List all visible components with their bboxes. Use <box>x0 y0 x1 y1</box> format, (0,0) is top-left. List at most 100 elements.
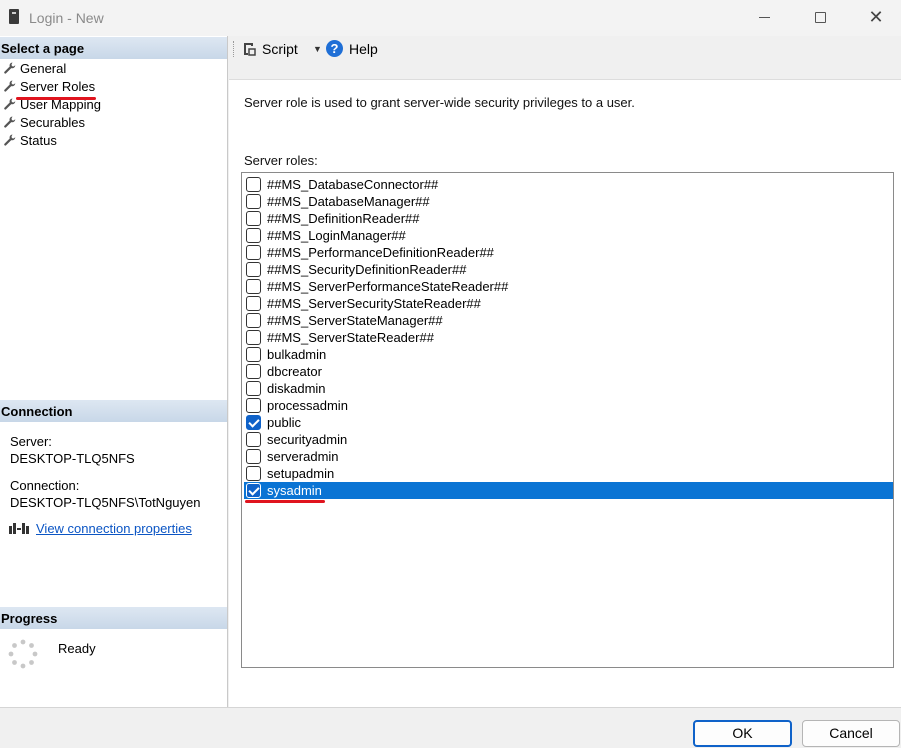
page-item-server-roles[interactable]: Server Roles <box>0 77 140 95</box>
role-row[interactable]: sysadmin <box>244 482 893 499</box>
title-bar: Login - New ✕ <box>0 0 901 36</box>
page-item-general[interactable]: General <box>0 59 140 77</box>
wrench-icon <box>4 98 16 110</box>
role-label: public <box>267 415 301 430</box>
role-checkbox[interactable] <box>246 483 261 498</box>
dialog-button-bar: OK Cancel <box>0 707 901 748</box>
role-label: ##MS_ServerStateManager## <box>267 313 443 328</box>
role-checkbox[interactable] <box>246 330 261 345</box>
view-connection-properties-link[interactable]: View connection properties <box>36 521 192 536</box>
wrench-icon <box>4 134 16 146</box>
page-item-label: Securables <box>20 114 86 130</box>
role-label: setupadmin <box>267 466 335 481</box>
app-icon <box>9 9 19 24</box>
role-label: ##MS_SecurityDefinitionReader## <box>267 262 467 277</box>
role-checkbox[interactable] <box>246 245 261 260</box>
role-row[interactable]: ##MS_PerformanceDefinitionReader## <box>244 244 893 261</box>
role-row[interactable]: ##MS_DatabaseManager## <box>244 193 893 210</box>
progress-spinner-icon <box>8 639 38 669</box>
script-icon[interactable] <box>241 41 257 57</box>
help-icon[interactable]: ? <box>326 40 343 57</box>
role-row[interactable]: ##MS_DefinitionReader## <box>244 210 893 227</box>
connection-label: Connection: <box>10 478 80 493</box>
role-checkbox[interactable] <box>246 364 261 379</box>
script-dropdown-caret-icon[interactable]: ▼ <box>313 44 322 54</box>
server-roles-list[interactable]: ##MS_DatabaseConnector## ##MS_DatabaseMan… <box>241 172 894 668</box>
help-button[interactable]: Help <box>349 41 378 57</box>
role-checkbox[interactable] <box>246 381 261 396</box>
role-checkbox[interactable] <box>246 415 261 430</box>
role-checkbox[interactable] <box>246 228 261 243</box>
role-row[interactable]: public <box>244 414 893 431</box>
role-row[interactable]: ##MS_LoginManager## <box>244 227 893 244</box>
role-checkbox[interactable] <box>246 211 261 226</box>
role-checkbox[interactable] <box>246 398 261 413</box>
close-button[interactable]: ✕ <box>853 0 899 34</box>
role-checkbox[interactable] <box>246 194 261 209</box>
role-checkbox[interactable] <box>246 279 261 294</box>
role-checkbox[interactable] <box>246 466 261 481</box>
main-panel: Script ▼ ? Help Server role is used to g… <box>229 36 901 707</box>
role-row[interactable]: diskadmin <box>244 380 893 397</box>
role-row[interactable]: dbcreator <box>244 363 893 380</box>
annotation-underline-server-roles <box>16 97 96 100</box>
server-roles-label: Server roles: <box>244 153 318 168</box>
role-row[interactable]: bulkadmin <box>244 346 893 363</box>
role-checkbox[interactable] <box>246 432 261 447</box>
role-checkbox[interactable] <box>246 449 261 464</box>
role-row[interactable]: ##MS_ServerStateManager## <box>244 312 893 329</box>
role-row[interactable]: ##MS_ServerSecurityStateReader## <box>244 295 893 312</box>
role-row[interactable]: ##MS_ServerStateReader## <box>244 329 893 346</box>
role-label: processadmin <box>267 398 348 413</box>
progress-status: Ready <box>58 641 96 656</box>
role-row[interactable]: setupadmin <box>244 465 893 482</box>
role-checkbox[interactable] <box>246 313 261 328</box>
role-label: ##MS_DefinitionReader## <box>267 211 420 226</box>
left-panel: Select a page General Server Roles User Ma… <box>0 36 228 707</box>
maximize-icon <box>814 11 826 23</box>
role-label: diskadmin <box>267 381 326 396</box>
toolbar-grip <box>233 41 235 57</box>
role-label: sysadmin <box>267 483 322 498</box>
connection-properties-icon <box>9 523 29 534</box>
server-role-description: Server role is used to grant server-wide… <box>244 95 635 110</box>
role-checkbox[interactable] <box>246 347 261 362</box>
page-item-status[interactable]: Status <box>0 131 140 149</box>
cancel-button[interactable]: Cancel <box>802 720 900 747</box>
role-label: ##MS_DatabaseConnector## <box>267 177 439 192</box>
role-row[interactable]: ##MS_SecurityDefinitionReader## <box>244 261 893 278</box>
minimize-icon <box>758 16 770 18</box>
page-item-securables[interactable]: Securables <box>0 113 140 131</box>
maximize-button[interactable] <box>797 0 843 34</box>
server-value: DESKTOP-TLQ5NFS <box>10 451 135 466</box>
wrench-icon <box>4 62 16 74</box>
close-icon: ✕ <box>868 7 884 27</box>
page-item-label: Status <box>20 132 57 148</box>
role-checkbox[interactable] <box>246 296 261 311</box>
role-label: bulkadmin <box>267 347 327 362</box>
minimize-button[interactable] <box>741 0 787 34</box>
select-page-header: Select a page <box>0 37 227 59</box>
role-label: serveradmin <box>267 449 339 464</box>
wrench-icon <box>4 80 16 92</box>
server-label: Server: <box>10 434 52 449</box>
role-checkbox[interactable] <box>246 262 261 277</box>
role-label: ##MS_LoginManager## <box>267 228 406 243</box>
ok-button[interactable]: OK <box>693 720 792 747</box>
role-row[interactable]: securityadmin <box>244 431 893 448</box>
script-button[interactable]: Script <box>262 41 298 57</box>
role-row[interactable]: ##MS_ServerPerformanceStateReader## <box>244 278 893 295</box>
role-row[interactable]: serveradmin <box>244 448 893 465</box>
role-row[interactable]: ##MS_DatabaseConnector## <box>244 176 893 193</box>
role-label: securityadmin <box>267 432 348 447</box>
connection-header: Connection <box>0 400 227 422</box>
window-title: Login - New <box>29 10 104 26</box>
annotation-underline-sysadmin <box>245 500 325 503</box>
role-row[interactable]: processadmin <box>244 397 893 414</box>
wrench-icon <box>4 116 16 128</box>
role-label: ##MS_ServerSecurityStateReader## <box>267 296 481 311</box>
role-checkbox[interactable] <box>246 177 261 192</box>
role-label: ##MS_ServerPerformanceStateReader## <box>267 279 509 294</box>
connection-value: DESKTOP-TLQ5NFS\TotNguyen <box>10 495 201 510</box>
role-label: dbcreator <box>267 364 322 379</box>
